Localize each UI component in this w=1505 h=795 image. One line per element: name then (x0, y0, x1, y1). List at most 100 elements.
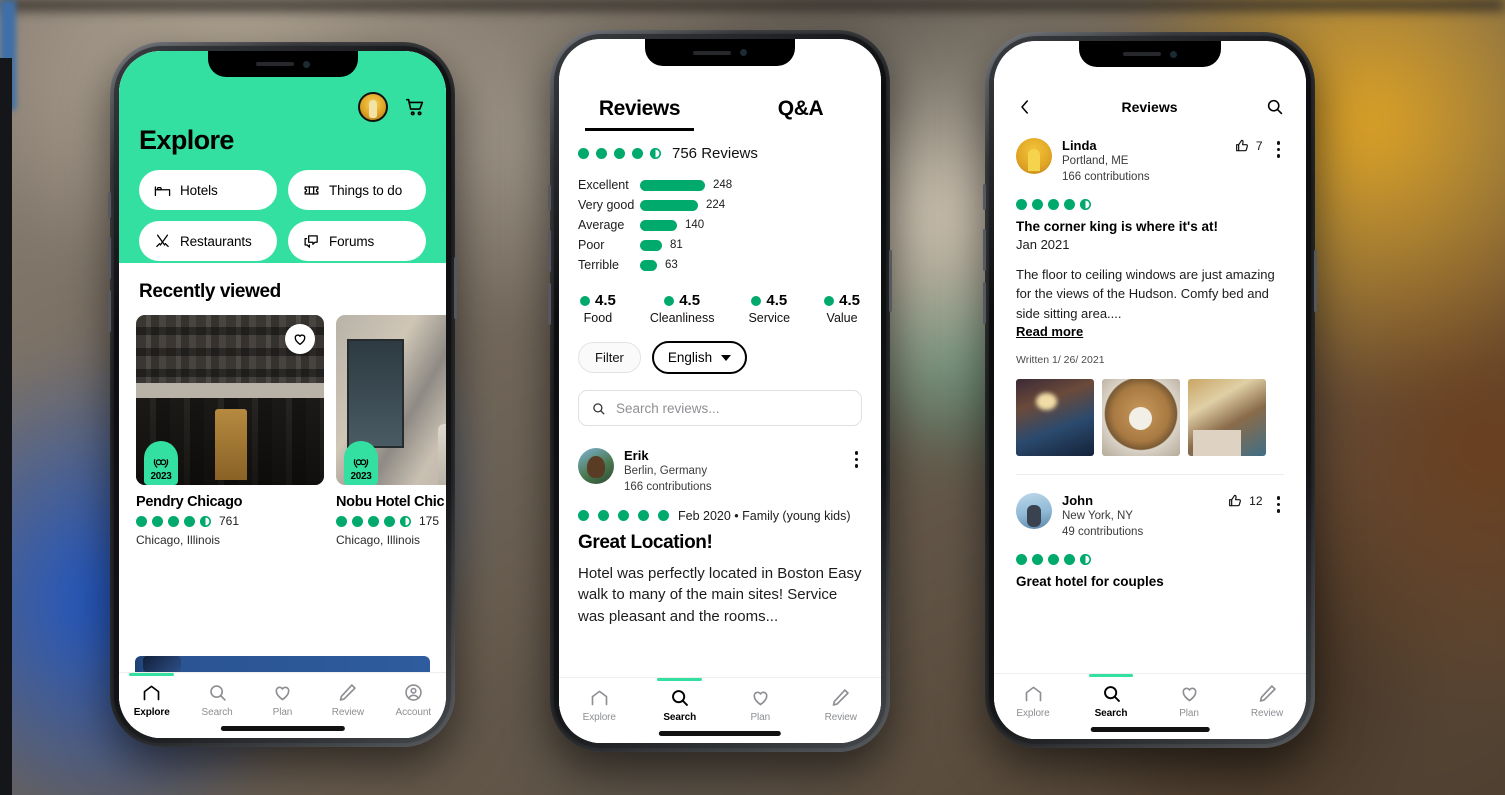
hotel-name: Nobu Hotel Chic (336, 494, 445, 510)
review-count: 175 (419, 514, 440, 528)
nav-item-search[interactable]: Search (640, 678, 721, 723)
dist-row[interactable]: 224 (640, 199, 862, 211)
language-select-value: English (667, 350, 713, 365)
review-photo[interactable] (1188, 379, 1266, 457)
dist-bar (640, 239, 662, 251)
review-rating-row: Feb 2020 • Family (young kids) (578, 509, 862, 523)
review-title: Great Location! (578, 531, 713, 553)
dist-row[interactable]: 140 (640, 219, 862, 231)
hotel-location: Chicago, Illinois (336, 533, 421, 547)
kebab-menu-icon[interactable] (851, 448, 863, 471)
earpiece-speaker (1123, 52, 1161, 56)
chip-hotels[interactable]: Hotels (139, 170, 277, 210)
nav-item-explore[interactable]: Explore (994, 683, 1072, 719)
review-photo[interactable] (1016, 379, 1094, 457)
earpiece-speaker (693, 50, 731, 55)
filter-button[interactable]: Filter (578, 342, 641, 373)
background-top-edge (0, 0, 1505, 10)
dist-row[interactable]: 63 (640, 259, 862, 271)
home-icon (143, 685, 160, 701)
rating-bubble-half (1080, 553, 1091, 565)
nav-label: Search (663, 712, 697, 723)
explore-hero: Explore Hotels Things to do Restaurants … (119, 51, 446, 263)
nav-item-search[interactable]: Search (1072, 674, 1150, 719)
dist-row[interactable]: 248 (640, 179, 862, 191)
tab-reviews[interactable]: Reviews (559, 97, 720, 131)
volume-down-button[interactable] (983, 282, 986, 324)
review-title: Great hotel for couples (1016, 573, 1164, 589)
promo-banner[interactable] (135, 656, 430, 672)
review-date: Jan 2021 (1016, 236, 1070, 252)
chip-things-to-do[interactable]: Things to do (288, 170, 426, 210)
rating-bubble (751, 295, 762, 306)
review-header: Linda Portland, ME 166 contributions 7 (1016, 138, 1284, 186)
dist-label: Average (578, 218, 625, 232)
nav-item-account[interactable]: Account (381, 682, 446, 718)
home-icon (591, 690, 608, 706)
mute-switch[interactable] (548, 185, 551, 211)
nav-item-review[interactable]: Review (315, 682, 380, 718)
helpful-votes[interactable]: 7 (1234, 138, 1263, 154)
volume-up-button[interactable] (548, 230, 551, 272)
mute-switch[interactable] (108, 192, 111, 218)
nav-label: Plan (750, 712, 771, 723)
nav-label: Explore (133, 707, 170, 718)
nav-item-review[interactable]: Review (801, 687, 882, 723)
chip-restaurants[interactable]: Restaurants (139, 221, 277, 261)
save-heart-button[interactable] (285, 324, 315, 354)
recently-viewed-carousel[interactable]: 2023 Pendry Chicago 761 Chicago, Illinoi… (119, 315, 446, 547)
chip-forums[interactable]: Forums (288, 221, 426, 261)
volume-up-button[interactable] (108, 237, 111, 279)
kebab-menu-icon[interactable] (1273, 493, 1285, 516)
chevron-left-icon[interactable] (1016, 98, 1034, 116)
mute-switch[interactable] (983, 184, 986, 210)
volume-down-button[interactable] (548, 283, 551, 325)
read-more-link[interactable]: Read more (1016, 324, 1083, 339)
power-button[interactable] (889, 250, 892, 312)
subrating-service: 4.5 Service (748, 292, 790, 325)
nav-item-plan[interactable]: Plan (1150, 683, 1228, 719)
chip-label: Forums (329, 233, 375, 249)
subrating-label: Food (583, 311, 613, 325)
user-avatar-icon[interactable] (358, 92, 388, 122)
avatar[interactable] (578, 448, 614, 484)
nav-item-plan[interactable]: Plan (250, 682, 315, 718)
hotel-card[interactable]: 2023 Pendry Chicago 761 Chicago, Illinoi… (136, 315, 324, 547)
review-title: The corner king is where it's at! (1016, 218, 1219, 234)
nav-label: Search (1094, 708, 1128, 719)
review-photo[interactable] (1102, 379, 1180, 457)
tab-qa[interactable]: Q&A (720, 97, 881, 131)
volume-up-button[interactable] (983, 229, 986, 271)
nav-item-plan[interactable]: Plan (720, 687, 801, 723)
nav-label: Plan (272, 707, 293, 718)
avatar[interactable] (1016, 493, 1052, 530)
nav-item-search[interactable]: Search (184, 682, 249, 718)
language-select[interactable]: English (651, 341, 748, 374)
dist-bar (640, 199, 698, 211)
page-title: Reviews (1121, 98, 1178, 115)
pencil-icon (1259, 685, 1276, 702)
nav-item-review[interactable]: Review (1228, 683, 1306, 719)
search-reviews-input[interactable]: Search reviews... (578, 390, 862, 426)
nav-label: Review (1250, 708, 1284, 719)
avatar[interactable] (1016, 138, 1052, 174)
volume-down-button[interactable] (108, 290, 111, 332)
review-rating (1016, 198, 1284, 210)
rating-bubble (352, 515, 363, 527)
thumbs-up-icon (1229, 494, 1242, 507)
kebab-menu-icon[interactable] (1273, 138, 1285, 161)
power-button[interactable] (454, 257, 457, 319)
active-tab-indicator (657, 678, 703, 681)
helpful-votes[interactable]: 12 (1227, 493, 1263, 509)
power-button[interactable] (1314, 250, 1317, 312)
hotel-card[interactable]: 2023 Nobu Hotel Chic 175 Chicago, Illino… (336, 315, 446, 547)
dist-label: Excellent (578, 178, 629, 192)
rating-bubble (1016, 198, 1027, 210)
rating-distribution: Excellent 248 Very good 224 Average 140 (578, 178, 862, 272)
dist-row[interactable]: 81 (640, 239, 862, 251)
rating-bubble (638, 510, 649, 522)
shopping-cart-icon[interactable] (404, 96, 426, 118)
nav-item-explore[interactable]: Explore (559, 687, 640, 723)
search-icon[interactable] (1265, 97, 1284, 116)
nav-item-explore[interactable]: Explore (119, 673, 184, 718)
